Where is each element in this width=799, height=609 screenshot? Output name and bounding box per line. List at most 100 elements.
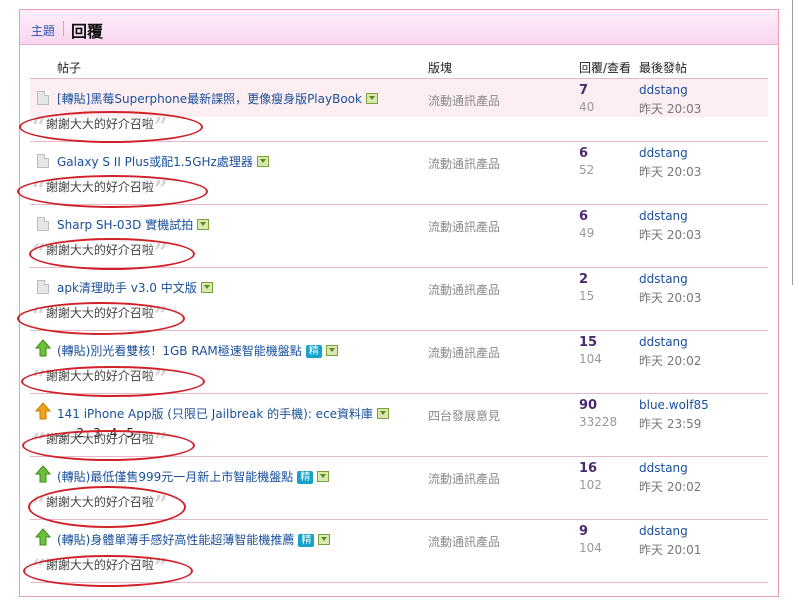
file-icon: [37, 217, 49, 231]
scrollbar-edge: [792, 0, 799, 285]
column-header-replies-views: 回覆/查看: [579, 61, 632, 75]
reply-count: 2: [579, 272, 589, 287]
close-quote-icon: ”: [153, 301, 168, 330]
file-icon: [37, 154, 49, 168]
table-row: (轉貼)最低僅售999元一月新上市智能機盤點精 “謝謝大大的好介召啦” 流動通訊產品…: [30, 457, 768, 520]
thread-title-link[interactable]: 141 iPhone App版 (只限已 Jailbreak 的手機): ece…: [57, 407, 373, 421]
column-header-forum: 版塊: [428, 61, 453, 75]
reply-count: 90: [579, 398, 598, 413]
table-row: apk清理助手 v3.0 中文版 “謝謝大大的好介召啦” 流動通訊產品 2 15 ddst…: [30, 268, 768, 331]
thread-title-link[interactable]: [轉貼]黑莓Superphone最新諜照，更像瘦身版PlayBook: [57, 92, 362, 106]
open-quote-icon: “: [32, 175, 46, 204]
image-attachment-icon: [317, 471, 330, 482]
title-wrap: Sharp SH-03D 實機試拍: [57, 216, 210, 233]
digest-badge: 精: [305, 345, 322, 358]
title-wrap: (轉貼)最低僅售999元一月新上市智能機盤點精: [57, 468, 330, 485]
thread-title-link[interactable]: apk清理助手 v3.0 中文版: [57, 281, 197, 295]
close-quote-icon: ”: [153, 490, 168, 519]
tab-topics[interactable]: 主題: [31, 22, 55, 39]
last-poster-link[interactable]: ddstang: [639, 272, 688, 286]
up-arrow-icon: [35, 528, 51, 546]
last-poster-link[interactable]: ddstang: [639, 461, 688, 475]
image-attachment-icon: [377, 408, 390, 419]
digest-badge: 精: [297, 471, 314, 484]
forum-link[interactable]: 四台發展意見: [428, 407, 500, 424]
forum-link[interactable]: 流動通訊產品: [428, 344, 500, 361]
reply-count: 6: [579, 209, 589, 224]
column-header-last-post: 最後發帖: [639, 61, 688, 75]
quote-preview: “謝謝大大的好介召啦”: [32, 430, 168, 454]
reply-count: 6: [579, 146, 589, 161]
title-wrap: [轉貼]黑莓Superphone最新諜照，更像瘦身版PlayBook: [57, 90, 378, 107]
forum-link[interactable]: 流動通訊產品: [428, 470, 500, 487]
close-quote-icon: ”: [153, 553, 168, 582]
last-post-time[interactable]: 昨天 20:02: [639, 478, 701, 495]
table-row: 141 iPhone App版 (只限已 Jailbreak 的手機): ece…: [30, 394, 768, 457]
quote-preview: “謝謝大大的好介召啦”: [32, 493, 168, 517]
quote-preview: “謝謝大大的好介召啦”: [32, 178, 168, 202]
view-count: 15: [579, 289, 595, 303]
quote-preview: “謝謝大大的好介召啦”: [32, 304, 168, 328]
column-header-post: 帖子: [57, 61, 82, 75]
quote-text: 謝謝大大的好介召啦: [45, 243, 154, 257]
forum-link[interactable]: 流動通訊產品: [428, 281, 500, 298]
digest-badge: 精: [298, 534, 315, 547]
last-poster-link[interactable]: ddstang: [639, 209, 688, 223]
table-row: (轉貼)身體單薄手感好高性能超薄智能機推薦精 “謝謝大大的好介召啦” 流動通訊產品 9…: [30, 520, 768, 583]
panel-header: 主題 回覆: [20, 10, 778, 45]
thread-title-link[interactable]: (轉貼)身體單薄手感好高性能超薄智能機推薦: [57, 533, 294, 547]
forum-link[interactable]: 流動通訊產品: [428, 533, 500, 550]
view-count: 102: [579, 478, 602, 492]
image-attachment-icon: [197, 219, 210, 230]
reply-count: 16: [579, 461, 598, 476]
quote-text: 謝謝大大的好介召啦: [45, 432, 154, 446]
open-quote-icon: “: [32, 238, 46, 267]
last-post-time[interactable]: 昨天 20:01: [639, 541, 701, 558]
title-wrap: Galaxy S II Plus或配1.5GHz處理器: [57, 153, 269, 170]
last-poster-link[interactable]: blue.wolf85: [639, 398, 709, 412]
last-post-time[interactable]: 昨天 20:02: [639, 352, 701, 369]
view-count: 52: [579, 163, 595, 177]
thread-title-link[interactable]: Galaxy S II Plus或配1.5GHz處理器: [57, 155, 253, 169]
title-wrap: (轉貼)別光看雙核！1GB RAM極速智能機盤點精: [57, 342, 338, 359]
close-quote-icon: ”: [153, 238, 168, 267]
view-count: 33228: [579, 415, 618, 429]
forum-link[interactable]: 流動通訊產品: [428, 218, 500, 235]
image-attachment-icon: [325, 345, 338, 356]
thread-title-link[interactable]: Sharp SH-03D 實機試拍: [57, 218, 193, 232]
open-quote-icon: “: [32, 301, 46, 330]
image-attachment-icon: [256, 156, 269, 167]
last-post-time[interactable]: 昨天 20:03: [639, 289, 701, 306]
quote-text: 謝謝大大的好介召啦: [45, 369, 154, 383]
table-row: (轉貼)別光看雙核！1GB RAM極速智能機盤點精 “謝謝大大的好介召啦” 流動通訊…: [30, 331, 768, 394]
last-poster-link[interactable]: ddstang: [639, 83, 688, 97]
last-poster-link[interactable]: ddstang: [639, 524, 688, 538]
quote-preview: “謝謝大大的好介召啦”: [32, 241, 168, 265]
thread-title-link[interactable]: (轉貼)最低僅售999元一月新上市智能機盤點: [57, 470, 293, 484]
last-poster-link[interactable]: ddstang: [639, 335, 688, 349]
title-wrap: apk清理助手 v3.0 中文版: [57, 279, 213, 296]
file-icon: [37, 280, 49, 294]
quote-preview: “謝謝大大的好介召啦”: [32, 367, 168, 391]
view-count: 40: [579, 100, 595, 114]
last-poster-link[interactable]: ddstang: [639, 146, 688, 160]
last-post-time[interactable]: 昨天 20:03: [639, 163, 701, 180]
last-post-time[interactable]: 昨天 20:03: [639, 100, 701, 117]
quote-text: 謝謝大大的好介召啦: [45, 306, 154, 320]
open-quote-icon: “: [32, 490, 46, 519]
thread-title-link[interactable]: (轉貼)別光看雙核！1GB RAM極速智能機盤點: [57, 344, 302, 358]
forum-link[interactable]: 流動通訊產品: [428, 92, 500, 109]
image-attachment-icon: [365, 93, 378, 104]
view-count: 104: [579, 352, 602, 366]
last-post-time[interactable]: 昨天 23:59: [639, 415, 701, 432]
title-wrap: (轉貼)身體單薄手感好高性能超薄智能機推薦精: [57, 531, 331, 548]
forum-link[interactable]: 流動通訊產品: [428, 155, 500, 172]
quote-preview: “謝謝大大的好介召啦”: [32, 115, 168, 139]
last-post-time[interactable]: 昨天 20:03: [639, 226, 701, 243]
hot-arrow-icon: [35, 402, 51, 420]
close-quote-icon: ”: [153, 364, 168, 393]
image-attachment-icon: [200, 282, 213, 293]
table-row: Sharp SH-03D 實機試拍 “謝謝大大的好介召啦” 流動通訊產品 6 49 dds…: [30, 205, 768, 268]
reply-count: 7: [579, 83, 589, 98]
tab-replies[interactable]: 回覆: [71, 18, 103, 42]
